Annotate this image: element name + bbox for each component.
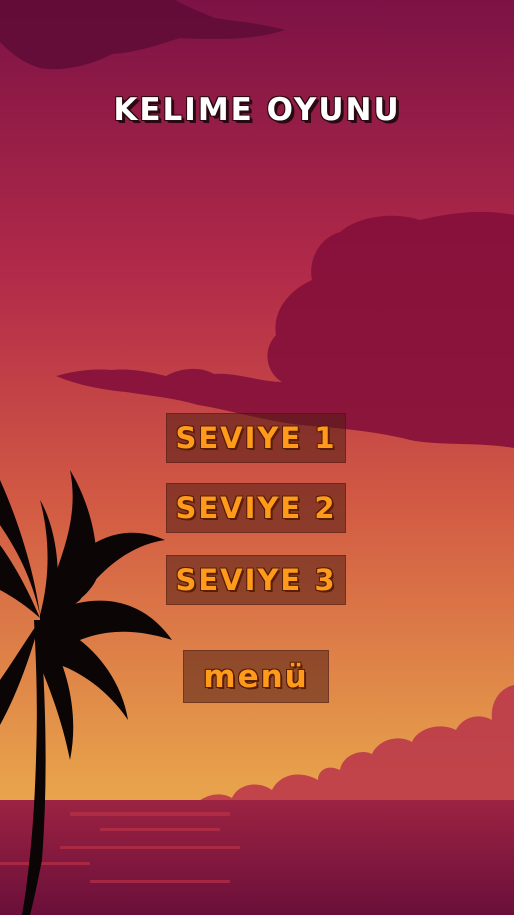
game-title: KELIME OYUNU	[113, 92, 401, 128]
menu-button[interactable]: menü	[183, 650, 329, 703]
sea	[0, 800, 514, 915]
level-1-button[interactable]: SEVIYE 1	[166, 413, 346, 463]
level-3-button[interactable]: SEVIYE 3	[166, 555, 346, 605]
level-2-button[interactable]: SEVIYE 2	[166, 483, 346, 533]
